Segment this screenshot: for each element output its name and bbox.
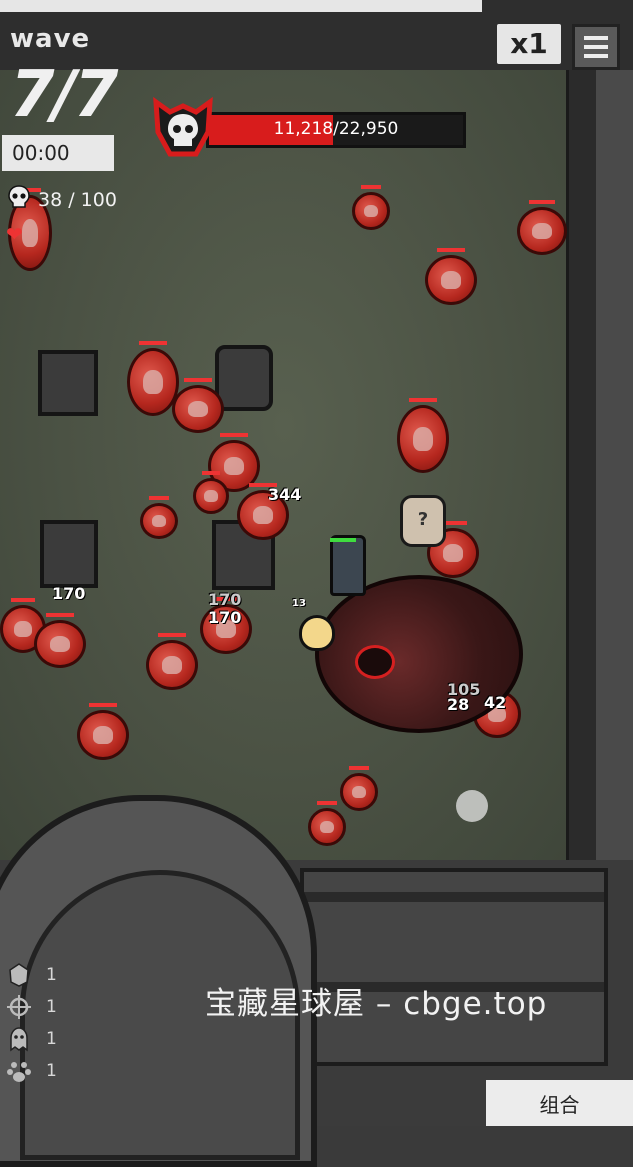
top-progress-bar bbox=[0, 0, 482, 12]
kill-counter: 38 / 100 bbox=[6, 184, 117, 215]
metal-platform bbox=[300, 868, 608, 1066]
stat-pet: 1 bbox=[6, 1058, 57, 1084]
ghost-icon bbox=[6, 1026, 32, 1052]
stat-value: 1 bbox=[46, 1061, 57, 1081]
kill-count-text: 38 / 100 bbox=[38, 188, 117, 211]
menu-icon-line bbox=[584, 45, 608, 49]
stat-accuracy: 1 bbox=[6, 994, 57, 1020]
pet-chick bbox=[299, 615, 335, 651]
mystery-barrel: ? bbox=[400, 495, 446, 547]
virtual-joystick[interactable] bbox=[456, 790, 488, 822]
player-health-bar bbox=[330, 538, 356, 542]
menu-button[interactable] bbox=[572, 24, 620, 70]
boss-health-text: 11,218/22,950 bbox=[209, 119, 463, 139]
watermark-text: 宝藏星球屋 – cbge.top bbox=[205, 986, 548, 1022]
enemy-blob bbox=[34, 613, 86, 668]
crosshair-icon bbox=[6, 994, 32, 1020]
wave-counter: 7/7 bbox=[10, 58, 118, 132]
stone-pillar bbox=[215, 345, 273, 411]
menu-icon bbox=[584, 36, 608, 40]
broken-rock bbox=[40, 520, 98, 588]
damage-number: 170 bbox=[208, 608, 242, 627]
damage-number: 28 bbox=[447, 695, 470, 714]
stone-block bbox=[38, 350, 98, 416]
stat-armor: 1 bbox=[6, 962, 57, 988]
enemy-blob bbox=[340, 766, 378, 811]
menu-icon-line bbox=[584, 54, 608, 58]
enemy-blob bbox=[172, 378, 224, 433]
enemy-blob bbox=[352, 185, 390, 230]
enemy-blob bbox=[517, 200, 567, 255]
lives-indicator: ❤ bbox=[6, 222, 23, 246]
damage-number: 13 bbox=[292, 598, 306, 609]
stat-value: 1 bbox=[46, 997, 57, 1017]
enemy-blob bbox=[308, 801, 346, 846]
enemy-blob bbox=[397, 398, 449, 473]
enemy-blob bbox=[193, 471, 229, 514]
damage-number: 170 bbox=[208, 590, 242, 609]
enemy-blob bbox=[425, 248, 477, 305]
enemy-blob bbox=[77, 703, 129, 760]
boss-health-bar: 11,218/22,950 bbox=[206, 112, 466, 148]
stat-value: 1 bbox=[46, 1029, 57, 1049]
enemy-blob bbox=[140, 496, 178, 539]
boss-hp-current: 11,218 bbox=[273, 119, 334, 139]
boss-skull-icon bbox=[148, 92, 218, 162]
boss-hp-max: 22,950 bbox=[338, 119, 399, 139]
skull-icon bbox=[6, 184, 32, 215]
helmet-icon bbox=[6, 962, 32, 988]
stat-value: 1 bbox=[46, 965, 57, 985]
damage-number: 42 bbox=[484, 693, 507, 712]
enemy-blob bbox=[146, 633, 198, 690]
combo-button[interactable]: 组合 bbox=[486, 1080, 633, 1126]
boss-eye bbox=[355, 645, 395, 679]
wave-timer: 00:00 bbox=[2, 135, 114, 171]
damage-number: 344 bbox=[268, 485, 302, 504]
heart-icon: ❤ bbox=[6, 222, 23, 246]
arena-right-wall bbox=[566, 70, 599, 860]
paw-icon bbox=[6, 1058, 32, 1084]
game-speed-button[interactable]: x1 bbox=[497, 24, 561, 64]
stat-ghost: 1 bbox=[6, 1026, 57, 1052]
wave-label: wave bbox=[10, 24, 91, 54]
damage-number: 170 bbox=[52, 584, 86, 603]
player-character bbox=[330, 535, 366, 596]
